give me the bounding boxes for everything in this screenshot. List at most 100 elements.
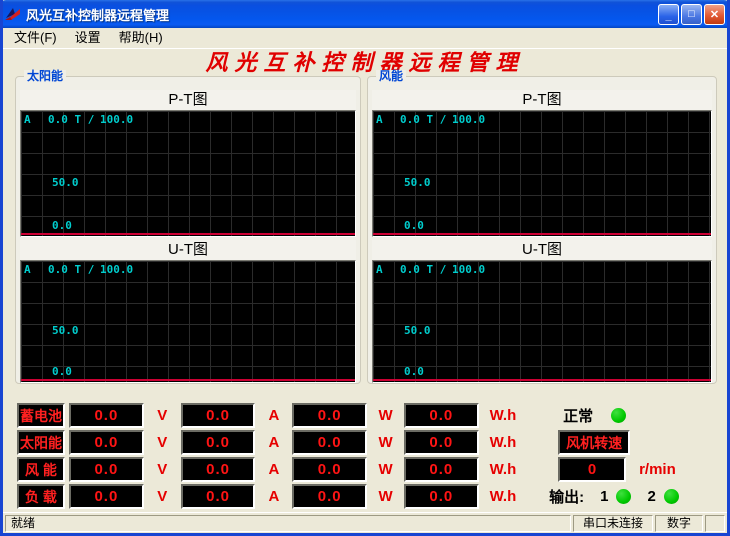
axis-marker: A <box>24 263 31 276</box>
charts-area: 太阳能 P-T图 A 0.0 T / 100.0 50.0 0.0 U-T图 A… <box>3 76 727 384</box>
solar-current-display: 0.0 <box>181 430 256 455</box>
axis-t-max: 100.0 <box>100 113 133 126</box>
output-2-led <box>664 489 679 504</box>
battery-power-display: 0.0 <box>292 403 367 428</box>
axis-t-scale: 0.0 T / <box>400 263 446 276</box>
unit-volt: V <box>150 407 175 424</box>
chart-baseline <box>21 379 355 381</box>
axis-t-scale: 0.0 T / <box>48 263 94 276</box>
wind-energy-display: 0.0 <box>404 457 479 482</box>
wind-pt-chart: A 0.0 T / 100.0 50.0 0.0 <box>372 110 712 237</box>
chart-title: P-T图 <box>372 90 712 110</box>
unit-amp: A <box>261 488 286 505</box>
unit-watthour: W.h <box>485 461 521 478</box>
axis-y-min: 0.0 <box>404 365 424 378</box>
unit-amp: A <box>261 407 286 424</box>
solar-pt-chart: A 0.0 T / 100.0 50.0 0.0 <box>20 110 356 237</box>
titlebar: 风光互补控制器远程管理 _ □ ✕ <box>0 0 730 28</box>
axis-t-max: 100.0 <box>100 263 133 276</box>
axis-t-scale: 0.0 T / <box>48 113 94 126</box>
battery-energy-display: 0.0 <box>404 403 479 428</box>
chart-title: P-T图 <box>20 90 356 110</box>
axis-y-mid: 50.0 <box>52 324 79 337</box>
statusbar-serial-status: 串口未连接 <box>573 515 653 532</box>
output-1-led <box>616 489 631 504</box>
menu-help[interactable]: 帮助(H) <box>110 28 172 48</box>
axis-y-mid: 50.0 <box>404 324 431 337</box>
solar-label: 太阳能 <box>17 430 65 455</box>
status-normal-led <box>611 408 626 423</box>
maximize-button[interactable]: □ <box>681 4 702 25</box>
solar-energy-display: 0.0 <box>404 430 479 455</box>
unit-rpm: r/min <box>639 461 676 478</box>
output-status-cell: 输出: 1 2 <box>549 486 727 507</box>
statusbar-num-mode: 数字 <box>655 515 703 532</box>
battery-label: 蓄电池 <box>17 403 65 428</box>
chart-title: U-T图 <box>20 240 356 260</box>
app-logo-icon <box>4 5 22 23</box>
axis-y-min: 0.0 <box>52 365 72 378</box>
output-label: 输出: <box>549 486 584 507</box>
window-title: 风光互补控制器远程管理 <box>26 5 656 24</box>
wind-pt-block: P-T图 A 0.0 T / 100.0 50.0 0.0 <box>372 90 712 237</box>
axis-y-mid: 50.0 <box>52 176 79 189</box>
unit-volt: V <box>150 461 175 478</box>
axis-marker: A <box>376 263 383 276</box>
unit-watt: W <box>373 488 398 505</box>
unit-volt: V <box>150 434 175 451</box>
load-power-display: 0.0 <box>292 484 367 509</box>
wind-current-display: 0.0 <box>181 457 256 482</box>
fan-speed-display: 0 <box>558 457 626 482</box>
wind-ut-chart: A 0.0 T / 100.0 50.0 0.0 <box>372 260 712 383</box>
load-energy-display: 0.0 <box>404 484 479 509</box>
axis-marker: A <box>24 113 31 126</box>
group-solar: 太阳能 P-T图 A 0.0 T / 100.0 50.0 0.0 U-T图 A… <box>15 76 361 384</box>
group-wind-label: 风能 <box>376 70 406 83</box>
unit-watthour: W.h <box>485 407 521 424</box>
unit-watt: W <box>373 461 398 478</box>
solar-ut-chart: A 0.0 T / 100.0 50.0 0.0 <box>20 260 356 383</box>
battery-voltage-display: 0.0 <box>69 403 144 428</box>
system-status-cell: 正常 <box>549 405 727 426</box>
unit-watt: W <box>373 407 398 424</box>
readout-row-load: 负 载 0.0 V 0.0 A 0.0 W 0.0 W.h 输出: 1 2 <box>17 484 727 509</box>
wind-power-display: 0.0 <box>292 457 367 482</box>
wind-label: 风 能 <box>17 457 65 482</box>
axis-t-scale: 0.0 T / <box>400 113 446 126</box>
solar-voltage-display: 0.0 <box>69 430 144 455</box>
readout-row-battery: 蓄电池 0.0 V 0.0 A 0.0 W 0.0 W.h 正常 <box>17 403 727 428</box>
solar-ut-block: U-T图 A 0.0 T / 100.0 50.0 0.0 <box>20 240 356 383</box>
readout-row-solar: 太阳能 0.0 V 0.0 A 0.0 W 0.0 W.h 风机转速 <box>17 430 727 455</box>
minimize-button[interactable]: _ <box>658 4 679 25</box>
readouts-panel: 蓄电池 0.0 V 0.0 A 0.0 W 0.0 W.h 正常 太阳能 0.0… <box>3 403 727 511</box>
menubar: 文件(F) 设置 帮助(H) <box>3 28 727 49</box>
axis-y-min: 0.0 <box>52 219 72 232</box>
chart-baseline <box>373 233 711 235</box>
unit-watthour: W.h <box>485 434 521 451</box>
menu-settings[interactable]: 设置 <box>66 28 110 48</box>
wind-ut-block: U-T图 A 0.0 T / 100.0 50.0 0.0 <box>372 240 712 383</box>
statusbar: 就绪 串口未连接 数字 <box>3 512 727 533</box>
chart-baseline <box>21 233 355 235</box>
chart-baseline <box>373 379 711 381</box>
axis-t-max: 100.0 <box>452 113 485 126</box>
unit-watt: W <box>373 434 398 451</box>
menu-file[interactable]: 文件(F) <box>5 28 66 48</box>
readout-row-wind: 风 能 0.0 V 0.0 A 0.0 W 0.0 W.h 0 r/min <box>17 457 727 482</box>
close-button[interactable]: ✕ <box>704 4 725 25</box>
unit-amp: A <box>261 461 286 478</box>
solar-power-display: 0.0 <box>292 430 367 455</box>
fan-speed-value-cell: 0 r/min <box>549 457 727 482</box>
axis-y-mid: 50.0 <box>404 176 431 189</box>
load-current-display: 0.0 <box>181 484 256 509</box>
app-window: 风光互补控制器远程管理 _ □ ✕ 文件(F) 设置 帮助(H) 风光互补控制器… <box>0 0 730 536</box>
load-voltage-display: 0.0 <box>69 484 144 509</box>
unit-volt: V <box>150 488 175 505</box>
wind-voltage-display: 0.0 <box>69 457 144 482</box>
battery-current-display: 0.0 <box>181 403 256 428</box>
axis-y-min: 0.0 <box>404 219 424 232</box>
unit-amp: A <box>261 434 286 451</box>
solar-pt-block: P-T图 A 0.0 T / 100.0 50.0 0.0 <box>20 90 356 237</box>
chart-title: U-T图 <box>372 240 712 260</box>
output-1-label: 1 <box>600 488 608 505</box>
